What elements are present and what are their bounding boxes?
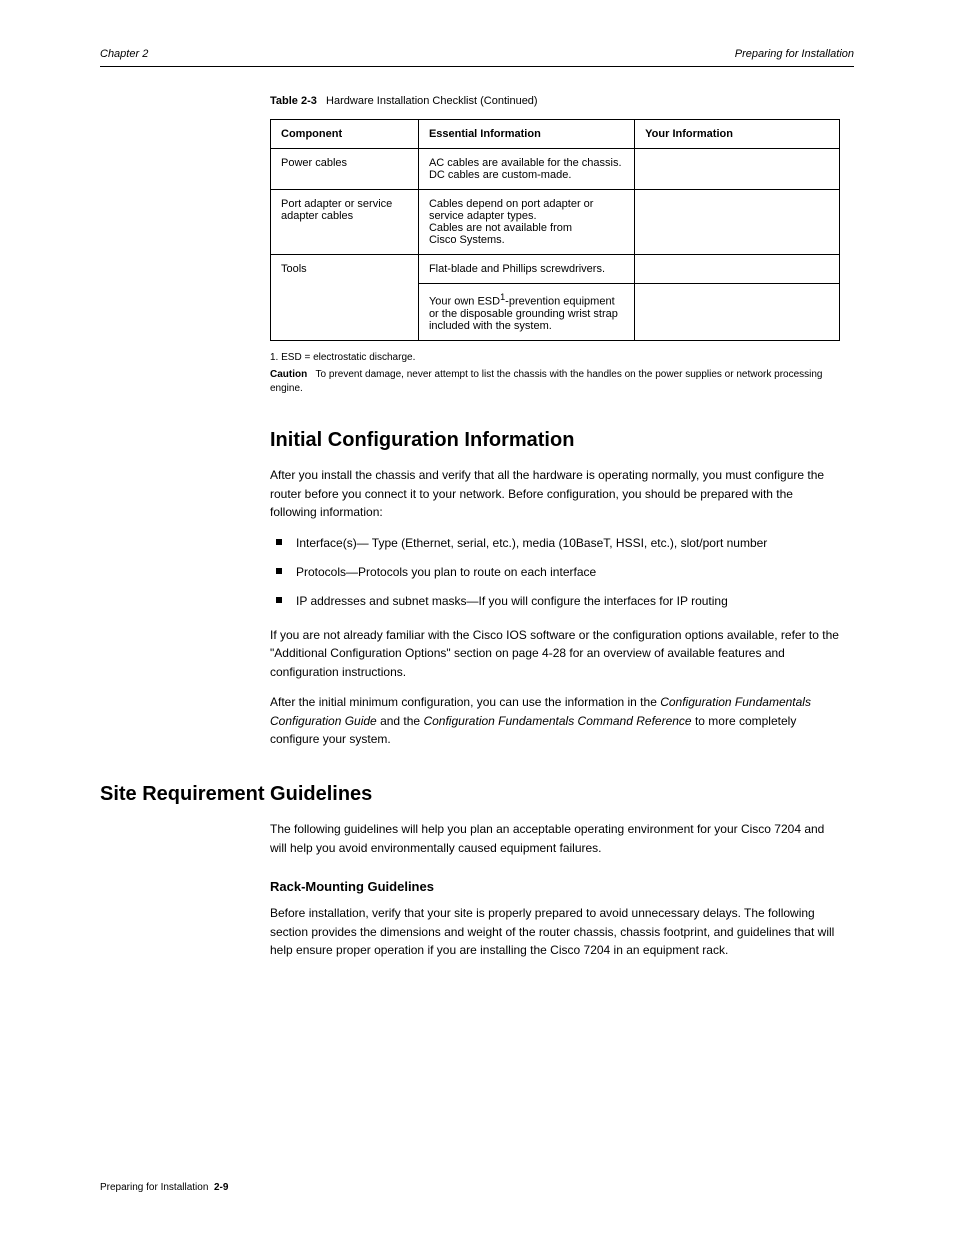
rack-subheading: Rack-Mounting Guidelines: [270, 879, 840, 894]
col-essential: Essential Information: [418, 120, 634, 149]
cell-component: Tools: [271, 255, 419, 341]
cell-your: [635, 284, 840, 341]
table-footnotes: 1. ESD = electrostatic discharge. Cautio…: [270, 351, 840, 396]
table-caution: Caution To prevent damage, never attempt…: [270, 368, 840, 395]
initial-p2: After the initial minimum configuration,…: [270, 693, 840, 749]
table-row: Port adapter or service adapter cables C…: [271, 190, 840, 255]
table-row: Tools Flat-blade and Phillips screwdrive…: [271, 255, 840, 284]
list-item: IP addresses and subnet masks—If you wil…: [270, 592, 840, 611]
header-right: Preparing for Installation: [735, 48, 854, 60]
initial-intro: After you install the chassis and verify…: [270, 466, 840, 522]
cell-your: [635, 149, 840, 190]
section-initial-config-title: Initial Configuration Information: [270, 429, 840, 452]
running-head: Chapter 2 Preparing for Installation: [100, 48, 854, 67]
col-your: Your Information: [635, 120, 840, 149]
site-intro: The following guidelines will help you p…: [270, 820, 840, 857]
table-row: Power cables AC cables are available for…: [271, 149, 840, 190]
initial-bullets: Interface(s)— Type (Ethernet, serial, et…: [270, 534, 840, 612]
table-header-row: Component Essential Information Your Inf…: [271, 120, 840, 149]
cell-info: Cables depend on port adapter or service…: [418, 190, 634, 255]
cell-component: Port adapter or service adapter cables: [271, 190, 419, 255]
footnote-esd: 1. ESD = electrostatic discharge.: [270, 351, 840, 365]
table-caption: Table 2-3 Hardware Installation Checklis…: [270, 95, 840, 107]
page-footer: Preparing for Installation 2-9: [100, 1182, 228, 1193]
table-title: Hardware Installation Checklist (Continu…: [326, 95, 538, 107]
rack-p: Before installation, verify that your si…: [270, 904, 840, 960]
header-left: Chapter 2: [100, 48, 148, 60]
cell-component: Power cables: [271, 149, 419, 190]
cell-your: [635, 255, 840, 284]
cell-info: AC cables are available for the chassis.…: [418, 149, 634, 190]
cell-your: [635, 190, 840, 255]
checklist-table: Component Essential Information Your Inf…: [270, 119, 840, 341]
table-number: Table 2-3: [270, 95, 317, 107]
section-site-title: Site Requirement Guidelines: [100, 783, 854, 806]
col-component: Component: [271, 120, 419, 149]
cell-info: Your own ESD1-prevention equipment or th…: [418, 284, 634, 341]
list-item: Interface(s)— Type (Ethernet, serial, et…: [270, 534, 840, 553]
initial-p1: If you are not already familiar with the…: [270, 626, 840, 682]
list-item: Protocols—Protocols you plan to route on…: [270, 563, 840, 582]
cell-info: Flat-blade and Phillips screwdrivers.: [418, 255, 634, 284]
